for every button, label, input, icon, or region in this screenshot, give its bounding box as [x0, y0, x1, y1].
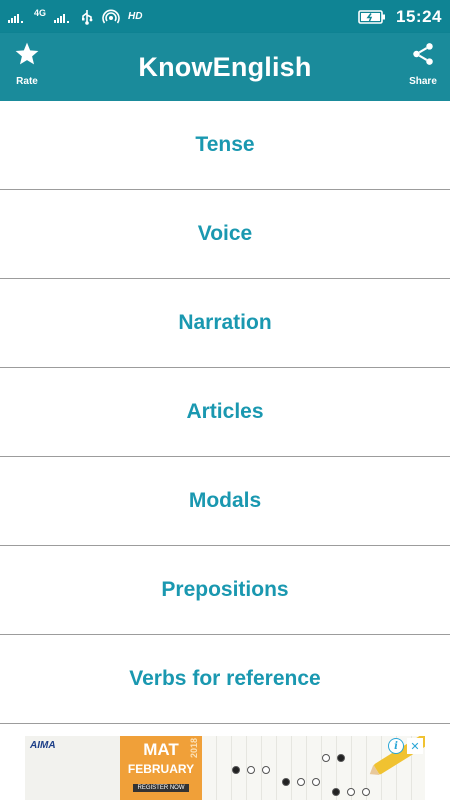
topic-label: Verbs for reference [129, 667, 321, 690]
ad-bubble [232, 766, 240, 774]
share-label: Share [409, 76, 437, 87]
topic-label: Articles [186, 400, 264, 423]
ad-bubble [297, 778, 305, 786]
ad-bubble [332, 788, 340, 796]
ad-register-button[interactable]: REGISTER NOW [133, 784, 189, 792]
network-type-label: 4G [34, 8, 47, 18]
ad-banner[interactable]: AIMA MAT 2018 FEBRUARY REGISTER NOW i ✕ [25, 736, 425, 800]
topic-label: Narration [178, 311, 272, 334]
topic-label: Prepositions [161, 578, 289, 601]
topic-item-articles[interactable]: Articles [0, 368, 450, 457]
topic-item-narration[interactable]: Narration [0, 279, 450, 368]
battery-icon [358, 9, 386, 24]
ad-bubble [347, 788, 355, 796]
topic-label: Tense [195, 133, 255, 156]
topic-item-modals[interactable]: Modals [0, 457, 450, 546]
ad-bubble [262, 766, 270, 774]
signal-icon [8, 11, 26, 23]
ad-month: FEBRUARY [127, 762, 195, 776]
usb-icon [80, 9, 94, 25]
rate-button[interactable]: Rate [5, 41, 49, 93]
star-icon [14, 41, 40, 72]
topic-list: Tense Voice Narration Articles Modals Pr… [0, 101, 450, 724]
ad-bubble [337, 754, 345, 762]
share-icon [410, 41, 436, 72]
ad-bubble [247, 766, 255, 774]
ad-promo-panel: MAT 2018 FEBRUARY REGISTER NOW [120, 736, 202, 800]
ad-bubble [322, 754, 330, 762]
topic-item-tense[interactable]: Tense [0, 101, 450, 190]
app-title: KnowEnglish [138, 51, 312, 82]
ad-close-icon[interactable]: ✕ [407, 738, 423, 754]
ad-controls: i ✕ [388, 738, 423, 754]
hotspot-icon [102, 9, 120, 25]
clock: 15:24 [396, 6, 442, 26]
share-button[interactable]: Share [401, 41, 445, 93]
hd-voice-icon: HD [128, 11, 143, 22]
ad-bubble [282, 778, 290, 786]
signal-icon-2 [54, 11, 72, 23]
ad-year: 2018 [189, 738, 199, 759]
topic-item-verbs-for-reference[interactable]: Verbs for reference [0, 635, 450, 724]
ad-bubble [362, 788, 370, 796]
status-bar: 4G HD 15:24 [0, 0, 450, 33]
rate-label: Rate [16, 76, 38, 87]
network-type-icon: 4G [34, 9, 46, 18]
topic-label: Voice [197, 222, 253, 245]
topic-item-voice[interactable]: Voice [0, 190, 450, 279]
ad-bubble [312, 778, 320, 786]
topic-item-prepositions[interactable]: Prepositions [0, 546, 450, 635]
ad-logo: AIMA [30, 740, 56, 751]
ad-info-icon[interactable]: i [388, 738, 404, 754]
topic-label: Modals [188, 489, 262, 512]
app-bar: Rate KnowEnglish Share [0, 33, 450, 101]
